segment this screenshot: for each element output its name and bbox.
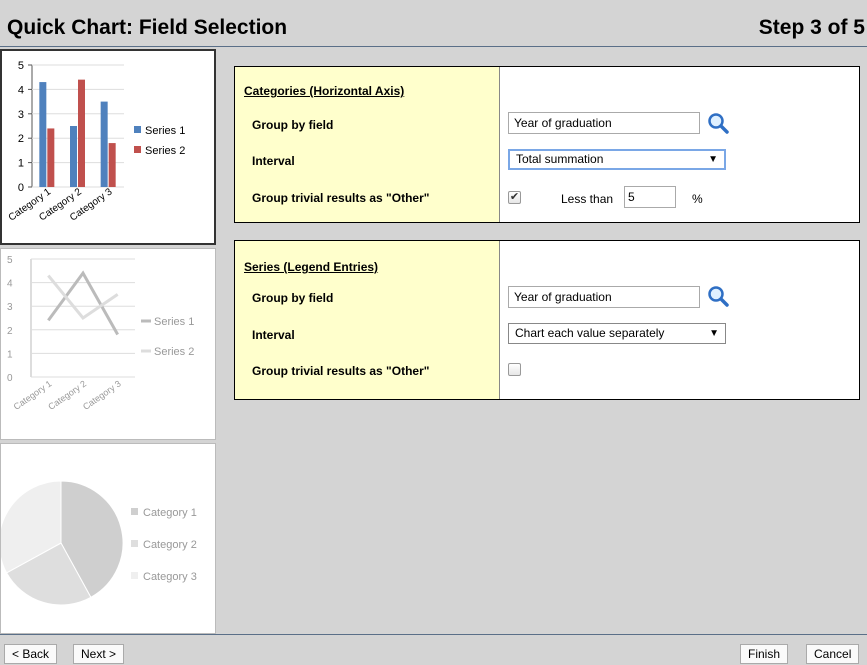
- main-content: Categories (Horizontal Axis) Group by fi…: [218, 47, 867, 634]
- y-tick-label: 2: [18, 133, 24, 145]
- back-button[interactable]: < Back: [4, 644, 58, 664]
- group-by-label: Group by field: [252, 118, 334, 132]
- y-tick-label: 4: [18, 84, 24, 96]
- series-interval-select[interactable]: Chart each value separately ▼: [508, 323, 726, 344]
- legend-label: Series 2: [154, 346, 194, 358]
- legend-swatch: [134, 146, 141, 153]
- pie-chart-preview: Category 1 Category 2 Category 3: [1, 480, 197, 606]
- series-labels-column: Series (Legend Entries) Group by field I…: [235, 241, 500, 399]
- y-tick-label: 3: [7, 302, 13, 313]
- bar: [78, 79, 85, 187]
- y-tick-label: 0: [7, 373, 13, 384]
- y-tick-label: 3: [18, 109, 24, 121]
- chevron-down-icon: ▼: [709, 328, 719, 339]
- categories-section-title: Categories (Horizontal Axis): [244, 84, 405, 98]
- category-group-trivial-checkbox[interactable]: ✔: [508, 191, 521, 204]
- chart-type-sidebar: 5 4 3 2 1 0 Category 1 Category 2 Category 3 Seri…: [0, 47, 218, 634]
- legend-label: Series 1: [154, 316, 194, 328]
- legend-swatch: [131, 572, 138, 579]
- less-than-label: Less than: [561, 192, 614, 206]
- finish-button[interactable]: Finish: [740, 644, 789, 664]
- bar-chart-preview: 543210Category 1Category 2Category 3Seri…: [7, 60, 186, 224]
- header-bar: Quick Chart: Field Selection Step 3 of 5: [0, 0, 867, 47]
- series-lookup-magnifier-icon[interactable]: [706, 284, 730, 308]
- legend-label: Series 1: [145, 125, 185, 137]
- y-tick-label: 4: [7, 279, 13, 290]
- categories-labels-column: Categories (Horizontal Axis) Group by fi…: [235, 67, 500, 222]
- series-panel: Series (Legend Entries) Group by field I…: [234, 240, 860, 400]
- series-group-trivial-checkbox[interactable]: [508, 363, 521, 376]
- step-indicator: Step 3 of 5: [758, 16, 865, 39]
- y-tick-label: 1: [18, 158, 24, 170]
- y-tick-label: 5: [7, 255, 13, 266]
- series-section-title: Series (Legend Entries): [244, 260, 379, 274]
- legend-label: Category 2: [143, 539, 197, 551]
- legend-label: Series 2: [145, 145, 185, 157]
- footer-bar: < Back Next > Finish Cancel: [0, 634, 867, 665]
- cancel-button[interactable]: Cancel: [806, 644, 860, 664]
- category-interval-select[interactable]: Total summation ▼: [508, 149, 726, 170]
- category-interval-value: Total summation: [516, 152, 604, 166]
- interval-label: Interval: [252, 328, 295, 342]
- series-interval-value: Chart each value separately: [515, 326, 665, 340]
- y-tick-label: 1: [7, 349, 13, 360]
- chevron-down-icon: ▼: [708, 154, 718, 165]
- y-tick-label: 0: [18, 182, 24, 194]
- legend-swatch: [131, 540, 138, 547]
- percent-label: %: [692, 192, 703, 206]
- pie-chart-thumbnail[interactable]: Category 1 Category 2 Category 3: [0, 443, 216, 634]
- bar-chart-thumbnail[interactable]: 5 4 3 2 1 0 Category 1 Category 2 Category 3 Seri…: [0, 49, 216, 245]
- group-trivial-label: Group trivial results as "Other": [252, 364, 430, 378]
- x-tick-label: Category 1: [12, 378, 54, 411]
- interval-label: Interval: [252, 154, 295, 168]
- x-tick-label: Category 3: [81, 378, 123, 411]
- next-button[interactable]: Next >: [73, 644, 125, 664]
- series-line: [47, 274, 119, 321]
- bar: [47, 128, 55, 187]
- group-trivial-label: Group trivial results as "Other": [252, 191, 430, 205]
- bar: [108, 143, 116, 187]
- categories-panel: Categories (Horizontal Axis) Group by fi…: [234, 66, 860, 223]
- line-chart-thumbnail[interactable]: 5 4 3 2 1 0 Category 1 Category 2 Category 3 Seri…: [0, 248, 216, 440]
- legend-swatch: [134, 126, 141, 133]
- bar: [100, 101, 108, 187]
- series-group-by-field[interactable]: Year of graduation: [508, 286, 700, 308]
- line-chart-preview: 5 4 3 2 1 0 Category 1Category 2Category 3 Seri…: [7, 255, 194, 412]
- y-tick-label: 5: [18, 60, 24, 72]
- bar: [70, 126, 77, 187]
- page-title: Quick Chart: Field Selection: [7, 16, 288, 39]
- legend-label: Category 3: [143, 571, 197, 583]
- less-than-percent-input[interactable]: 5: [624, 186, 676, 208]
- x-tick-label: Category 2: [46, 378, 88, 411]
- category-group-by-field[interactable]: Year of graduation: [508, 112, 700, 134]
- y-tick-label: 2: [7, 326, 13, 337]
- legend-swatch: [131, 508, 138, 515]
- legend-label: Category 1: [143, 507, 197, 519]
- group-by-label: Group by field: [252, 291, 334, 305]
- category-lookup-magnifier-icon[interactable]: [706, 111, 730, 135]
- bar: [39, 82, 47, 187]
